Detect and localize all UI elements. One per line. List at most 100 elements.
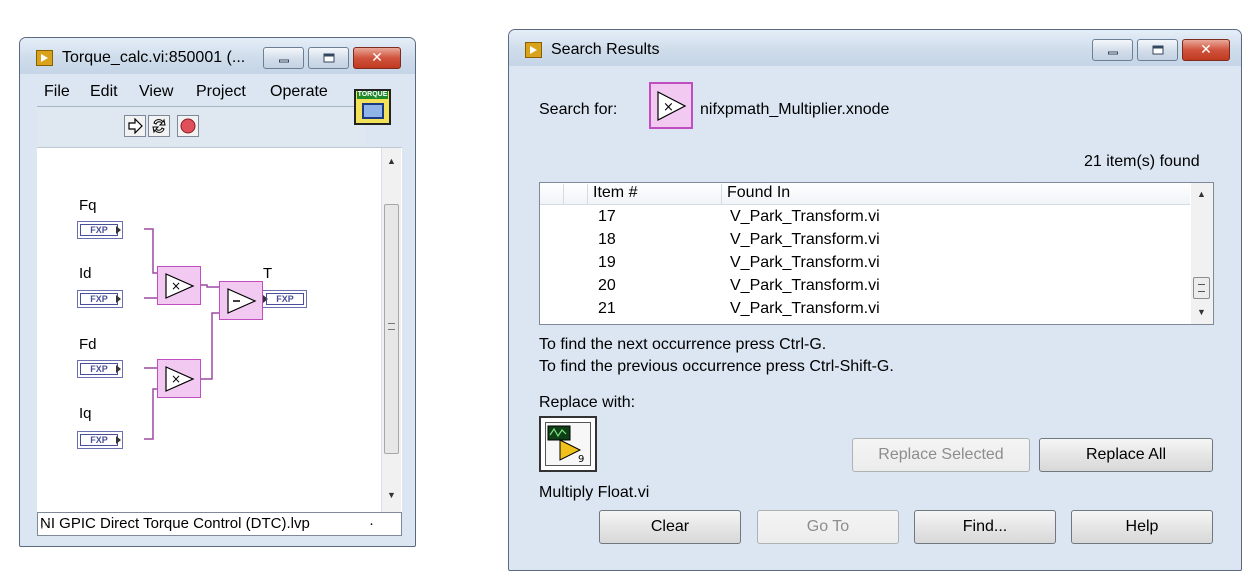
find-button[interactable]: Find... [914, 510, 1056, 544]
run-arrow-icon [128, 118, 143, 134]
menu-file[interactable]: File [44, 83, 70, 101]
terminal-arrow-icon [116, 295, 121, 303]
table-row[interactable]: 19 V_Park_Transform.vi [540, 252, 1190, 275]
control-iq[interactable]: FXP [77, 431, 123, 449]
search-window-title: Search Results [551, 41, 660, 58]
svg-text:×: × [171, 372, 181, 386]
toolbar [37, 106, 365, 146]
menu-bar: File Edit View Project Operate [37, 80, 365, 104]
clear-button[interactable]: Clear [599, 510, 741, 544]
scroll-thumb[interactable] [1193, 277, 1210, 299]
multiply-float-graphic: 9 [547, 425, 584, 465]
subtract-icon [227, 288, 257, 314]
scroll-down-icon[interactable]: ▼ [387, 490, 396, 500]
search-window-titlebar[interactable]: Search Results ✕ [509, 30, 1241, 66]
header-found-in[interactable]: Found In [722, 184, 1190, 204]
abort-button[interactable] [177, 115, 199, 137]
hint-next: To find the next occurrence press Ctrl-G… [539, 336, 827, 353]
indicator-t-type: FXP [266, 293, 304, 305]
replace-all-button[interactable]: Replace All [1039, 438, 1213, 472]
subtract-node[interactable] [219, 281, 263, 320]
status-bar: NI GPIC Direct Torque Control (DTC).lvp … [37, 512, 402, 536]
label-id: Id [79, 265, 92, 282]
hint-previous: To find the previous occurrence press Ct… [539, 358, 894, 375]
svg-text:×: × [171, 279, 181, 293]
search-results-window: Search Results ✕ Search for: × nifxpmath… [508, 29, 1242, 571]
header-col-a[interactable] [540, 184, 564, 204]
table-row[interactable]: 18 V_Park_Transform.vi [540, 229, 1190, 252]
control-fq-type: FXP [80, 224, 118, 236]
menu-edit[interactable]: Edit [90, 83, 118, 101]
table-row[interactable]: 20 V_Park_Transform.vi [540, 275, 1190, 298]
results-table: Item # Found In 17 V_Park_Transform.vi 1… [539, 182, 1214, 325]
abort-stop-icon [180, 118, 196, 134]
control-fq[interactable]: FXP [77, 221, 123, 239]
replace-item-icon[interactable]: 9 [539, 416, 597, 472]
header-item-number[interactable]: Item # [588, 184, 722, 204]
control-id[interactable]: FXP [77, 290, 123, 308]
close-button[interactable]: ✕ [1182, 39, 1230, 61]
labview-app-icon [36, 50, 53, 66]
minimize-icon [278, 59, 289, 63]
menu-project[interactable]: Project [196, 83, 246, 101]
run-continuously-button[interactable] [148, 115, 170, 137]
row-item: 21 [598, 300, 616, 317]
vi-connector-icon[interactable]: TORQUE [354, 89, 391, 125]
run-continuously-icon [152, 118, 166, 134]
resize-grip-icon[interactable]: ⋰ [40, 518, 397, 531]
maximize-button[interactable] [1137, 39, 1178, 61]
label-t: T [263, 265, 273, 282]
label-fd: Fd [79, 336, 97, 353]
help-button[interactable]: Help [1071, 510, 1213, 544]
vertical-scrollbar[interactable]: ▲ ▼ [381, 148, 401, 512]
row-found-in: V_Park_Transform.vi [730, 300, 880, 317]
row-found-in: V_Park_Transform.vi [730, 208, 880, 225]
row-item: 19 [598, 254, 616, 271]
row-found-in: V_Park_Transform.vi [730, 254, 880, 271]
close-button[interactable]: ✕ [353, 47, 401, 69]
multiply-icon: × [165, 273, 195, 299]
table-header: Item # Found In [540, 183, 1190, 205]
replace-selected-button[interactable]: Replace Selected [852, 438, 1030, 472]
menu-operate[interactable]: Operate [270, 83, 328, 101]
multiply-node[interactable]: × [157, 359, 201, 398]
go-to-button[interactable]: Go To [757, 510, 899, 544]
table-scrollbar[interactable]: ▲ ▼ [1191, 183, 1213, 324]
control-id-type: FXP [80, 293, 118, 305]
close-icon: ✕ [371, 50, 383, 66]
replace-with-label: Replace with: [539, 394, 636, 411]
row-item: 18 [598, 231, 616, 248]
search-item-icon[interactable]: × [649, 82, 693, 129]
vi-window-title: Torque_calc.vi:850001 (... [62, 49, 246, 66]
scroll-down-icon[interactable]: ▼ [1197, 307, 1206, 317]
scroll-up-icon[interactable]: ▲ [1197, 189, 1206, 199]
terminal-arrow-icon [116, 436, 121, 444]
scroll-up-icon[interactable]: ▲ [387, 156, 396, 166]
found-count: 21 item(s) found [1084, 153, 1200, 170]
indicator-t[interactable]: FXP [261, 290, 307, 308]
table-row[interactable]: 21 V_Park_Transform.vi [540, 298, 1190, 321]
block-diagram[interactable]: Fq FXP Id FXP Fd FXP Iq FXP T FXP × × [37, 147, 402, 512]
control-iq-type: FXP [80, 434, 118, 446]
row-found-in: V_Park_Transform.vi [730, 277, 880, 294]
vi-icon-label: TORQUE [357, 91, 388, 99]
maximize-icon [1152, 45, 1163, 55]
table-row[interactable]: 17 V_Park_Transform.vi [540, 206, 1190, 229]
minimize-button[interactable] [1092, 39, 1133, 61]
multiply-node[interactable]: × [157, 266, 201, 305]
header-col-b[interactable] [564, 184, 588, 204]
run-button[interactable] [124, 115, 146, 137]
control-fd[interactable]: FXP [77, 360, 123, 378]
scroll-thumb[interactable] [384, 204, 399, 454]
search-item-name: nifxpmath_Multiplier.xnode [700, 101, 890, 118]
maximize-button[interactable] [308, 47, 349, 69]
multiply-icon: × [657, 91, 687, 121]
close-icon: ✕ [1200, 42, 1212, 58]
row-found-in: V_Park_Transform.vi [730, 231, 880, 248]
menu-view[interactable]: View [139, 83, 173, 101]
terminal-arrow-icon [116, 365, 121, 373]
minimize-button[interactable] [263, 47, 304, 69]
row-item: 17 [598, 208, 616, 225]
vi-window-titlebar[interactable]: Torque_calc.vi:850001 (... ✕ [20, 38, 415, 74]
row-item: 20 [598, 277, 616, 294]
